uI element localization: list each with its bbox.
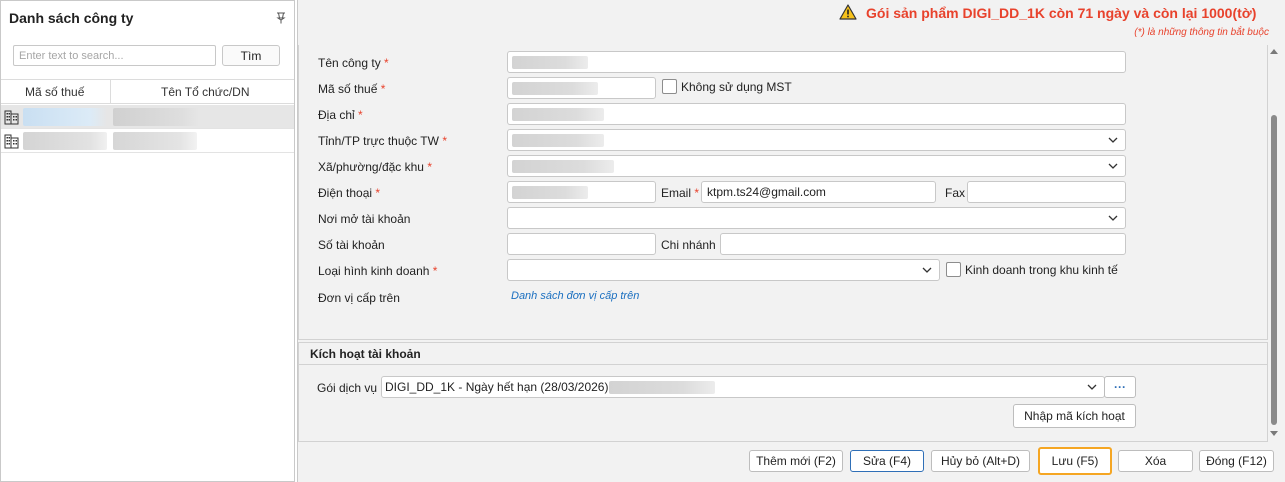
no-tax-code-label: Không sử dụng MST xyxy=(681,80,792,94)
building-icon xyxy=(4,134,19,149)
tax-code-label: Mã số thuế * xyxy=(318,82,386,96)
fax-label: Fax xyxy=(945,186,966,200)
redacted-text xyxy=(512,160,614,173)
scroll-up-arrow[interactable] xyxy=(1270,48,1278,54)
branch-field[interactable] xyxy=(720,233,1126,255)
tax-code-field[interactable] xyxy=(507,77,656,99)
phone-field[interactable] xyxy=(507,181,656,203)
package-notice: Gói sản phẩm DIGI_DD_1K còn 71 ngày và c… xyxy=(866,5,1257,21)
company-list-panel: Danh sách công ty Tìm Mã số thuế Tên Tổ … xyxy=(0,0,295,482)
chevron-down-icon xyxy=(1108,163,1118,169)
redacted-text xyxy=(113,108,199,126)
no-tax-code-checkbox[interactable] xyxy=(662,79,677,94)
phone-label: Điện thoại * xyxy=(318,186,381,200)
close-button[interactable]: Đóng (F12) xyxy=(1199,450,1274,472)
business-type-label: Loại hình kinh doanh * xyxy=(318,264,438,278)
business-type-select[interactable] xyxy=(507,259,940,281)
table-row[interactable] xyxy=(1,105,294,129)
pin-icon[interactable] xyxy=(276,12,286,24)
parent-unit-label: Đơn vị cấp trên xyxy=(318,291,400,305)
redacted-text xyxy=(512,108,604,121)
company-list-title: Danh sách công ty xyxy=(9,10,134,26)
activation-title: Kích hoạt tài khoản xyxy=(310,347,421,361)
service-more-button[interactable]: ··· xyxy=(1104,376,1136,398)
branch-label: Chi nhánh xyxy=(661,238,716,252)
ward-label: Xã/phường/đặc khu * xyxy=(318,160,432,174)
email-label: Email * xyxy=(661,186,700,200)
search-input[interactable] xyxy=(13,45,216,66)
edit-button[interactable]: Sửa (F4) xyxy=(850,450,924,472)
address-label: Địa chỉ * xyxy=(318,108,363,122)
search-button[interactable]: Tìm xyxy=(222,45,280,66)
chevron-down-icon xyxy=(1108,215,1118,221)
account-number-field[interactable] xyxy=(507,233,656,255)
table-row[interactable] xyxy=(1,129,294,153)
redacted-text xyxy=(512,56,588,69)
redacted-text xyxy=(512,186,588,199)
chevron-down-icon xyxy=(922,267,932,273)
economic-zone-checkbox[interactable] xyxy=(946,262,961,277)
service-package-label: Gói dịch vụ xyxy=(317,381,378,395)
cancel-button[interactable]: Hủy bỏ (Alt+D) xyxy=(931,450,1030,472)
redacted-text xyxy=(23,108,107,126)
delete-button[interactable]: Xóa xyxy=(1118,450,1193,472)
address-field[interactable] xyxy=(507,103,1126,125)
province-label: Tỉnh/TP trực thuộc TW * xyxy=(318,134,447,148)
fax-field[interactable] xyxy=(967,181,1126,203)
grid-header: Mã số thuế Tên Tổ chức/DN xyxy=(1,79,294,104)
column-separator xyxy=(110,80,111,104)
save-button[interactable]: Lưu (F5) xyxy=(1038,447,1112,475)
section-divider xyxy=(298,364,1268,365)
economic-zone-label: Kinh doanh trong khu kinh tế xyxy=(965,263,1118,277)
chevron-down-icon xyxy=(1087,384,1097,390)
add-new-button[interactable]: Thêm mới (F2) xyxy=(749,450,843,472)
email-field[interactable]: ktpm.ts24@gmail.com xyxy=(701,181,936,203)
ward-select[interactable] xyxy=(507,155,1126,177)
bank-place-select[interactable] xyxy=(507,207,1126,229)
enter-activation-code-button[interactable]: Nhập mã kích hoạt xyxy=(1013,404,1136,428)
redacted-text xyxy=(512,134,604,147)
service-package-value: DIGI_DD_1K - Ngày hết hạn (28/03/2026) - xyxy=(385,380,616,394)
redacted-text xyxy=(609,381,715,394)
company-name-label: Tên công ty * xyxy=(318,56,389,70)
account-number-label: Số tài khoản xyxy=(318,238,385,252)
required-note: (*) là những thông tin bắt buộc xyxy=(1134,27,1269,38)
redacted-text xyxy=(512,82,598,95)
scroll-down-arrow[interactable] xyxy=(1270,431,1278,437)
company-name-field[interactable] xyxy=(507,51,1126,73)
column-header-tax-code[interactable]: Mã số thuế xyxy=(25,85,84,99)
warning-icon xyxy=(839,4,857,20)
chevron-down-icon xyxy=(1108,137,1118,143)
column-header-company-name[interactable]: Tên Tổ chức/DN xyxy=(161,85,250,99)
service-package-select[interactable]: DIGI_DD_1K - Ngày hết hạn (28/03/2026) - xyxy=(381,376,1105,398)
parent-unit-link[interactable]: Danh sách đơn vị cấp trên xyxy=(511,290,639,302)
redacted-text xyxy=(113,132,197,150)
province-select[interactable] xyxy=(507,129,1126,151)
bank-place-label: Nơi mở tài khoản xyxy=(318,212,411,226)
redacted-text xyxy=(23,132,107,150)
building-icon xyxy=(4,110,19,125)
scrollbar-thumb[interactable] xyxy=(1271,115,1277,425)
